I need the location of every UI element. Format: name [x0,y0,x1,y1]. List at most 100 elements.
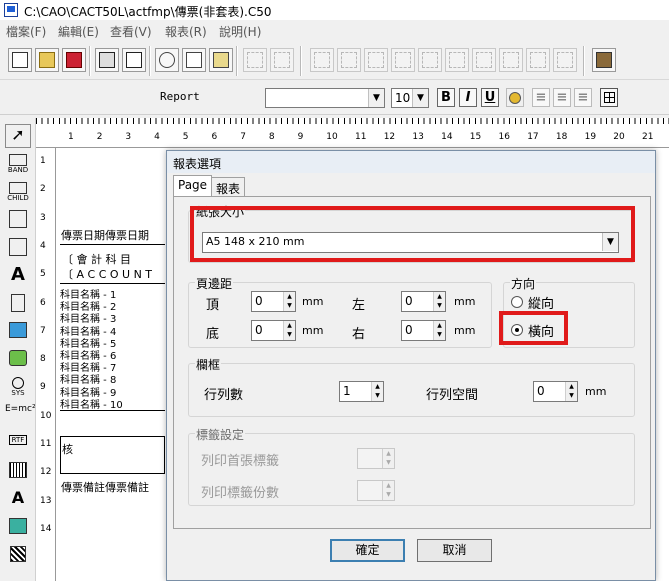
font-name-select[interactable]: ▼ [265,88,385,108]
spin-arrows-icon[interactable]: ▲ ▼ [565,382,577,401]
rtf-tool[interactable]: RTF [5,432,31,456]
report-footer-fields[interactable]: 傳票備註傳票備註 [61,479,149,495]
text-align-right-button[interactable]: ≡ [574,88,592,107]
memo-tool[interactable] [5,292,31,316]
margin-right-label: 右 [352,327,366,342]
spin-arrows-icon[interactable]: ▲ ▼ [382,449,394,468]
cut-button[interactable] [155,48,179,72]
preview-button[interactable] [122,48,146,72]
app-icon[interactable] [4,3,18,17]
spin-arrows-icon[interactable]: ▲ ▼ [283,292,295,311]
first-label-stepper[interactable]: ▲ ▼ [357,448,395,469]
expr-tool[interactable]: E=mc² [5,404,36,428]
ungroup-button[interactable] [270,48,294,72]
qr-code-icon [10,546,26,562]
label-copies-stepper[interactable]: ▲ ▼ [357,480,395,501]
new-button[interactable] [8,48,32,72]
band-separator [60,244,165,245]
report-box[interactable] [60,436,165,474]
subdetail-icon [9,210,27,228]
portrait-label[interactable]: 縱向 [528,293,554,312]
ruler-tick-label: 18 [555,132,568,142]
band-separator [60,410,165,411]
ruler-tick-label: 7 [40,325,46,336]
menu-report[interactable]: 報表(R) [165,23,207,40]
label-tool[interactable]: A [5,264,31,288]
tab-page[interactable]: Page [173,175,213,197]
band-tool[interactable]: BAND [5,152,31,176]
menu-edit[interactable]: 編輯(E) [58,23,99,40]
same-width-button[interactable] [526,48,550,72]
margin-right-unit: mm [454,324,476,337]
spin-arrows-icon[interactable]: ▲ ▼ [433,321,445,340]
ruler-tick-label: 11 [355,132,367,142]
align-vcenter-icon [449,52,465,68]
clock-icon [12,377,24,389]
paste-button[interactable] [209,48,233,72]
ok-button[interactable]: 確定 [330,539,405,562]
same-height-button[interactable] [553,48,577,72]
bold-button[interactable]: B [437,88,455,107]
spin-arrows-icon[interactable]: ▲ ▼ [382,481,394,500]
group-button[interactable] [243,48,267,72]
margin-right-stepper[interactable]: 0 ▲ ▼ [401,320,446,341]
report-header-fields[interactable]: 傳票日期傳票日期 [61,227,149,243]
save-button[interactable] [62,48,86,72]
barcode-tool[interactable] [5,460,31,484]
italic-button[interactable]: I [459,88,477,107]
column-space-stepper[interactable]: 0 ▲ ▼ [533,381,578,402]
report-account-label[interactable]: 〔 A C C O U N T [62,266,152,282]
ruler-tick-label: 13 [412,132,424,142]
dbimage-tool[interactable] [5,516,31,540]
align-hcenter-button[interactable] [337,48,361,72]
align-vcenter-button[interactable] [445,48,469,72]
copy-button[interactable] [182,48,206,72]
cancel-button[interactable]: 取消 [417,539,492,562]
align-top-icon [422,52,438,68]
dblabel-tool[interactable]: A [5,488,31,512]
spin-arrows-icon[interactable]: ▲ ▼ [433,292,445,311]
align-top-edge-button[interactable] [418,48,442,72]
child-tool[interactable]: CHILD [5,180,31,204]
ruler-tick-label: 20 [613,132,625,142]
text-align-left-button[interactable]: ≡ [532,88,550,107]
menu-file[interactable]: 檔案(F) [6,23,46,40]
report-company-label[interactable]: 〔 會 計 科 目 [62,251,131,267]
open-button[interactable] [35,48,59,72]
qr-tool[interactable] [5,544,31,568]
ruler-tick-label: 8 [40,354,46,365]
shape-tool[interactable] [5,348,31,372]
tab-report[interactable]: 報表 [211,177,246,197]
align-right-edge-button[interactable] [391,48,415,72]
text-align-center-button[interactable]: ≡ [553,88,571,107]
spin-arrows-icon[interactable]: ▲ ▼ [371,382,383,401]
ruler-tick-label: 14 [40,523,52,534]
portrait-radio[interactable] [511,296,523,308]
band3-tool[interactable] [5,208,31,232]
menu-help[interactable]: 說明(H) [219,23,261,40]
report-item-row[interactable]: 科目名稱 - 10 [60,396,123,411]
align-hspace-button[interactable] [364,48,388,72]
spin-arrows-icon[interactable]: ▲ ▼ [283,321,295,340]
align-left-edge-button[interactable] [310,48,334,72]
font-size-select[interactable]: 10 ▼ [391,88,429,108]
menu-view[interactable]: 查看(V) [110,23,152,40]
align-left-text-icon: ≡ [535,90,547,105]
margin-top-stepper[interactable]: 0 ▲ ▼ [251,291,296,312]
exit-button[interactable] [592,48,616,72]
margin-left-stepper[interactable]: 0 ▲ ▼ [401,291,446,312]
pointer-tool[interactable]: ➚ [5,124,31,148]
margin-bottom-stepper[interactable]: 0 ▲ ▼ [251,320,296,341]
image-tool[interactable] [5,320,31,344]
band4-tool[interactable] [5,236,31,260]
dialog-title-bar[interactable]: 報表選項 [167,151,655,173]
print-button[interactable] [95,48,119,72]
sysdata-tool[interactable]: SYS [5,376,31,400]
frame-button[interactable] [600,88,618,107]
align-vspace-button[interactable] [472,48,496,72]
align-bottom-edge-button[interactable] [499,48,523,72]
column-count-stepper[interactable]: 1 ▲ ▼ [339,381,384,402]
color-button[interactable] [506,88,524,107]
underline-button[interactable]: U [481,88,499,107]
same-height-icon [557,52,573,68]
